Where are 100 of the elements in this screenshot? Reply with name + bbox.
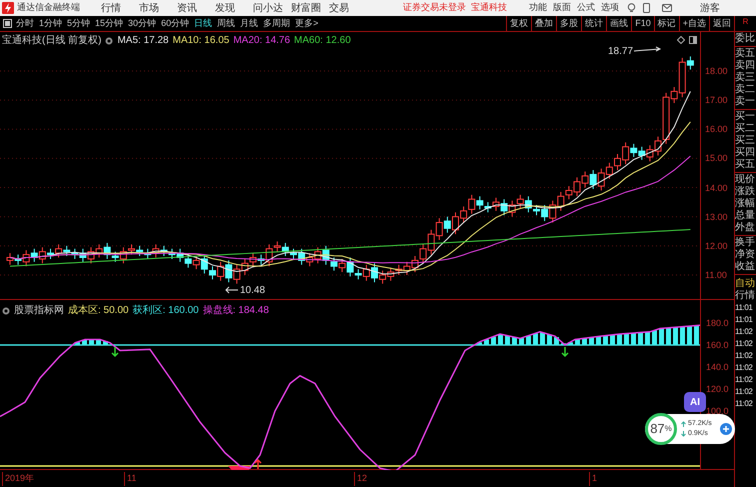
square-icon[interactable] (3, 19, 12, 28)
price-tick: 18.00 (705, 65, 728, 78)
period-tab[interactable]: 月线 (240, 16, 258, 30)
high-price-label: 18.77 (608, 45, 634, 59)
lightning-logo-icon (2, 2, 14, 14)
chart-title: 宝通科技(日线 前复权) (2, 34, 102, 48)
menu-item[interactable]: 公式 (577, 1, 595, 15)
quote-label: 换手 (735, 237, 756, 249)
percent-gauge: 87% (645, 413, 677, 445)
period-tab[interactable]: 30分钟 (128, 16, 156, 30)
menu-item[interactable]: 发现 (215, 0, 253, 16)
menu-item[interactable]: 资讯 (177, 0, 215, 16)
up-arrow-icon (681, 421, 686, 427)
price-tick: 16.00 (705, 123, 728, 136)
toolbar-button[interactable]: 叠加 (531, 16, 556, 31)
menu-item[interactable]: 版面 (553, 1, 571, 15)
down-arrow-icon (681, 431, 686, 437)
lightbulb-icon[interactable] (627, 3, 636, 13)
down-arrow-icon (111, 346, 119, 358)
arrow-icon (225, 286, 238, 294)
toolbar-button[interactable]: 复权 (506, 16, 532, 31)
mail-icon[interactable] (662, 4, 672, 12)
panel-icon[interactable] (689, 36, 697, 44)
indicator-value: 获利区: 160.00 (132, 304, 199, 318)
menu-item[interactable]: 交易 (329, 0, 367, 16)
indicator-value: MA5: 17.28 (117, 34, 169, 48)
phone-icon[interactable] (643, 3, 650, 13)
value-tick: 120.0 (706, 383, 729, 396)
menu-item[interactable]: 财富圈 (291, 0, 329, 16)
period-tab[interactable]: 1分钟 (39, 16, 62, 30)
up-arrow-icon (254, 458, 262, 470)
date-label: 12 (354, 472, 368, 486)
trade-time: 11:02 (735, 398, 754, 410)
toolbar-button[interactable]: +自选 (678, 16, 709, 31)
period-tab[interactable]: 5分钟 (67, 16, 90, 30)
quote-label: 涨跌 (735, 186, 756, 198)
ai-button[interactable]: AI (684, 392, 706, 412)
quote-label: 净资 (735, 249, 756, 261)
menu-item[interactable]: 功能 (529, 1, 547, 15)
user-name[interactable]: 游客 (700, 0, 720, 16)
quote-label: 收益 (735, 261, 756, 273)
period-tab[interactable]: 日线 (194, 16, 212, 30)
period-tab[interactable]: 60分钟 (161, 16, 190, 30)
indicator-value: 操盘线: 184.48 (202, 304, 269, 318)
toolbar-button[interactable]: 返回 (709, 16, 734, 31)
quote-label: 买一 (735, 111, 756, 123)
quote-label: 外盘 (735, 222, 756, 234)
diamond-icon[interactable] (677, 36, 685, 44)
trade-time: 11:01 (735, 314, 754, 326)
tick-panel-title[interactable]: 自动 (735, 278, 756, 290)
toolbar-button[interactable]: 多股 (556, 16, 582, 31)
toolbar-button[interactable]: 标记 (654, 16, 679, 31)
gear-icon[interactable] (105, 36, 114, 44)
indicator-value: MA20: 14.76 (233, 34, 290, 48)
quote-label: 总量 (735, 210, 756, 222)
price-tick: 14.00 (705, 182, 728, 195)
menu-item[interactable]: 选项 (601, 1, 619, 15)
price-tick: 17.00 (705, 94, 728, 108)
date-label: 11 (124, 472, 136, 486)
quote-label: 买二 (735, 123, 756, 135)
period-tab[interactable]: 15分钟 (95, 16, 124, 30)
quote-label: 卖四 (735, 60, 756, 72)
value-tick: 100.0 (706, 405, 729, 418)
menu-item[interactable]: 行情 (101, 0, 139, 16)
stock-name: 宝通科技 (471, 1, 507, 14)
period-tab[interactable]: 更多> (295, 16, 318, 30)
arrow-icon (634, 46, 662, 52)
quote-label: 卖三 (735, 72, 756, 84)
price-tick: 15.00 (705, 152, 728, 166)
toolbar-button[interactable]: 画线 (606, 16, 632, 31)
trade-time: 11:02 (735, 326, 754, 338)
toolbar-button[interactable]: 统计 (581, 16, 606, 31)
period-tab[interactable]: 多周期 (263, 16, 290, 30)
app-name: 通达信金融终端 (17, 1, 81, 14)
login-status: 证券交易未登录 (403, 1, 466, 14)
period-tab[interactable]: 周线 (217, 16, 236, 30)
price-tick: 12.00 (705, 240, 728, 253)
indicator-value: MA60: 12.60 (294, 34, 351, 48)
gear-icon[interactable] (2, 306, 10, 314)
quote-label: 现价 (735, 174, 756, 186)
quote-label: 买三 (735, 135, 756, 147)
date-label: 2019年 (2, 472, 34, 486)
menu-item[interactable]: 问小达 (253, 0, 291, 16)
tick-panel-title[interactable]: 行情 (735, 290, 756, 302)
value-tick: 180.0 (706, 317, 729, 330)
toolbar-button[interactable]: F10 (631, 16, 654, 31)
price-tick: 11.00 (705, 268, 727, 282)
panel-mark[interactable]: R (734, 16, 756, 31)
quote-label: 买四 (735, 147, 756, 159)
filled-area-drawing (228, 466, 250, 470)
trade-time: 11:01 (735, 302, 754, 314)
plus-icon[interactable] (720, 423, 732, 435)
indicator-value: MA10: 16.05 (172, 34, 230, 48)
trade-time: 11:02 (735, 350, 754, 362)
period-tab[interactable]: 分时 (16, 16, 34, 30)
quote-label: 卖五 (735, 48, 756, 60)
menu-item[interactable]: 市场 (139, 0, 177, 16)
trade-time: 11:02 (735, 374, 754, 386)
trade-time: 11:02 (735, 338, 754, 350)
low-price-label: 10.48 (240, 284, 266, 298)
